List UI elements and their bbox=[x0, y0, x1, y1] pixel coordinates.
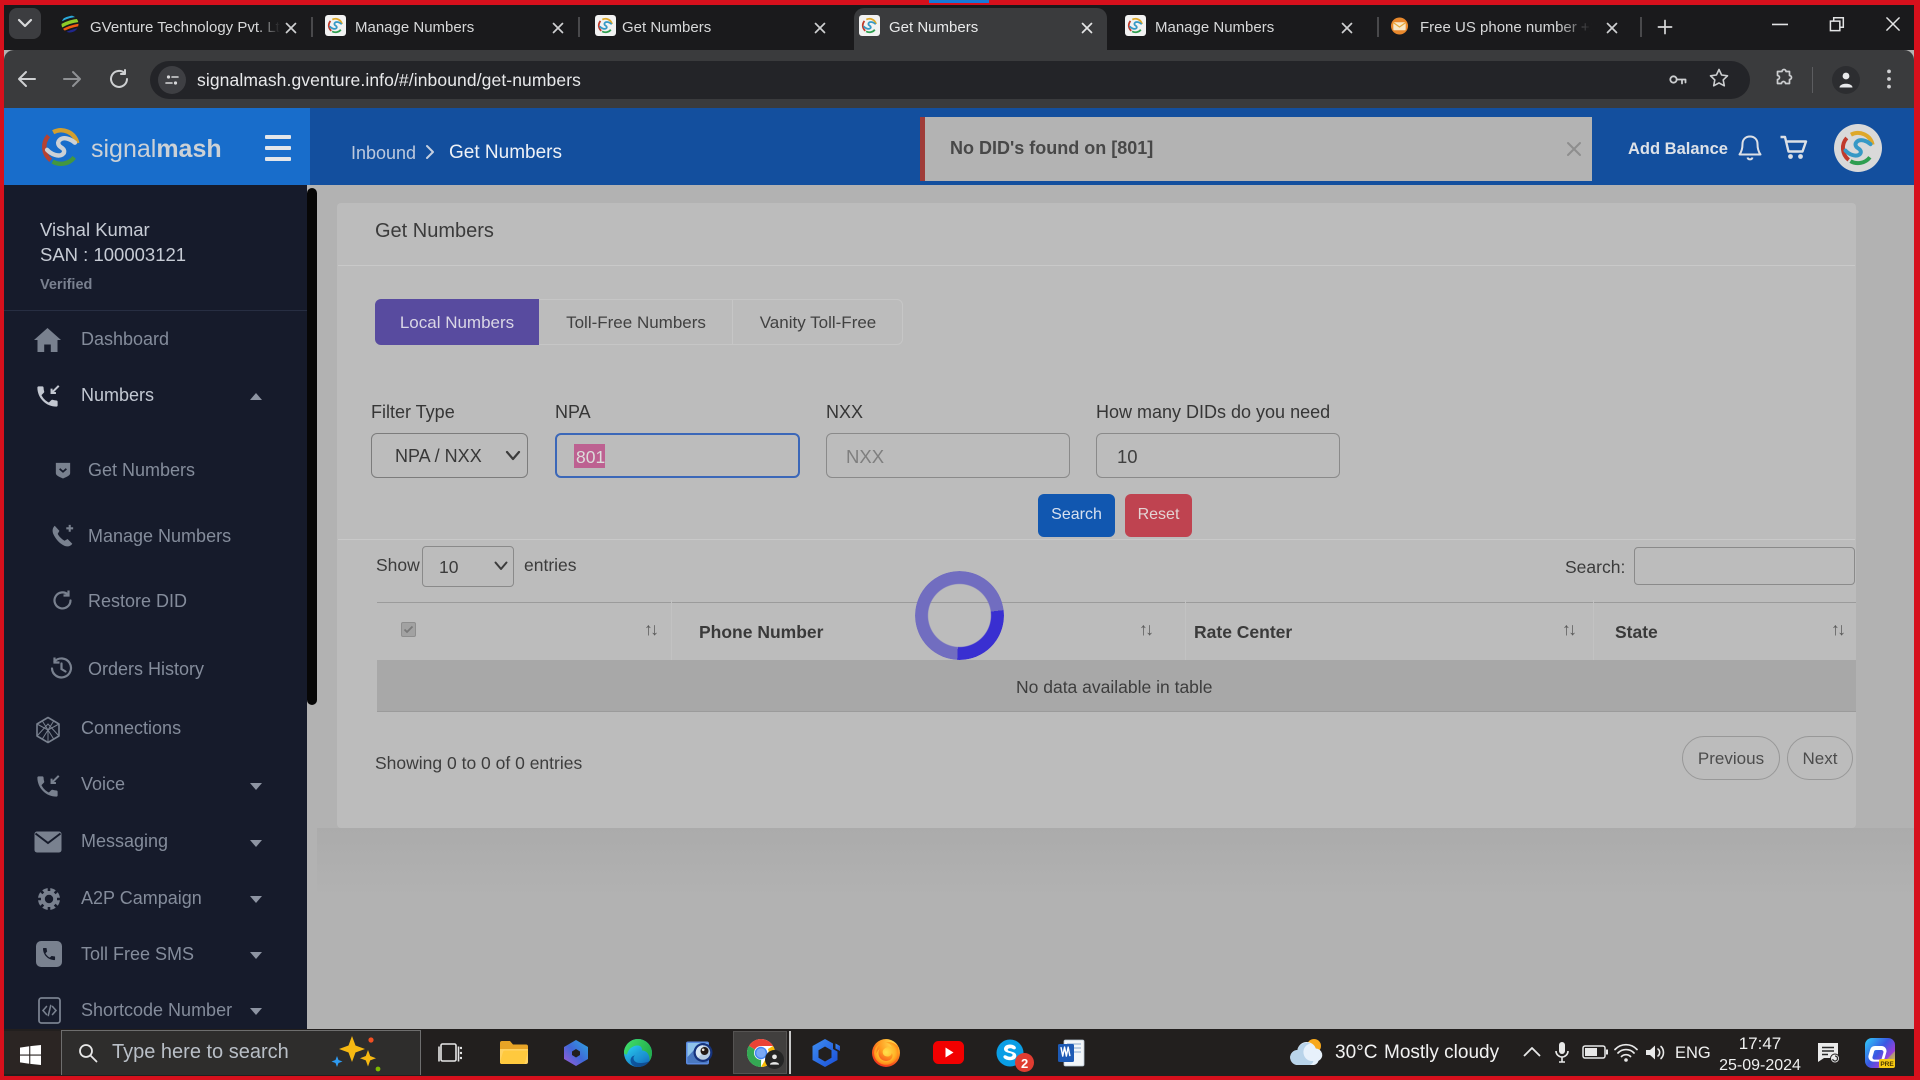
svg-text:PRE: PRE bbox=[1880, 1061, 1894, 1068]
